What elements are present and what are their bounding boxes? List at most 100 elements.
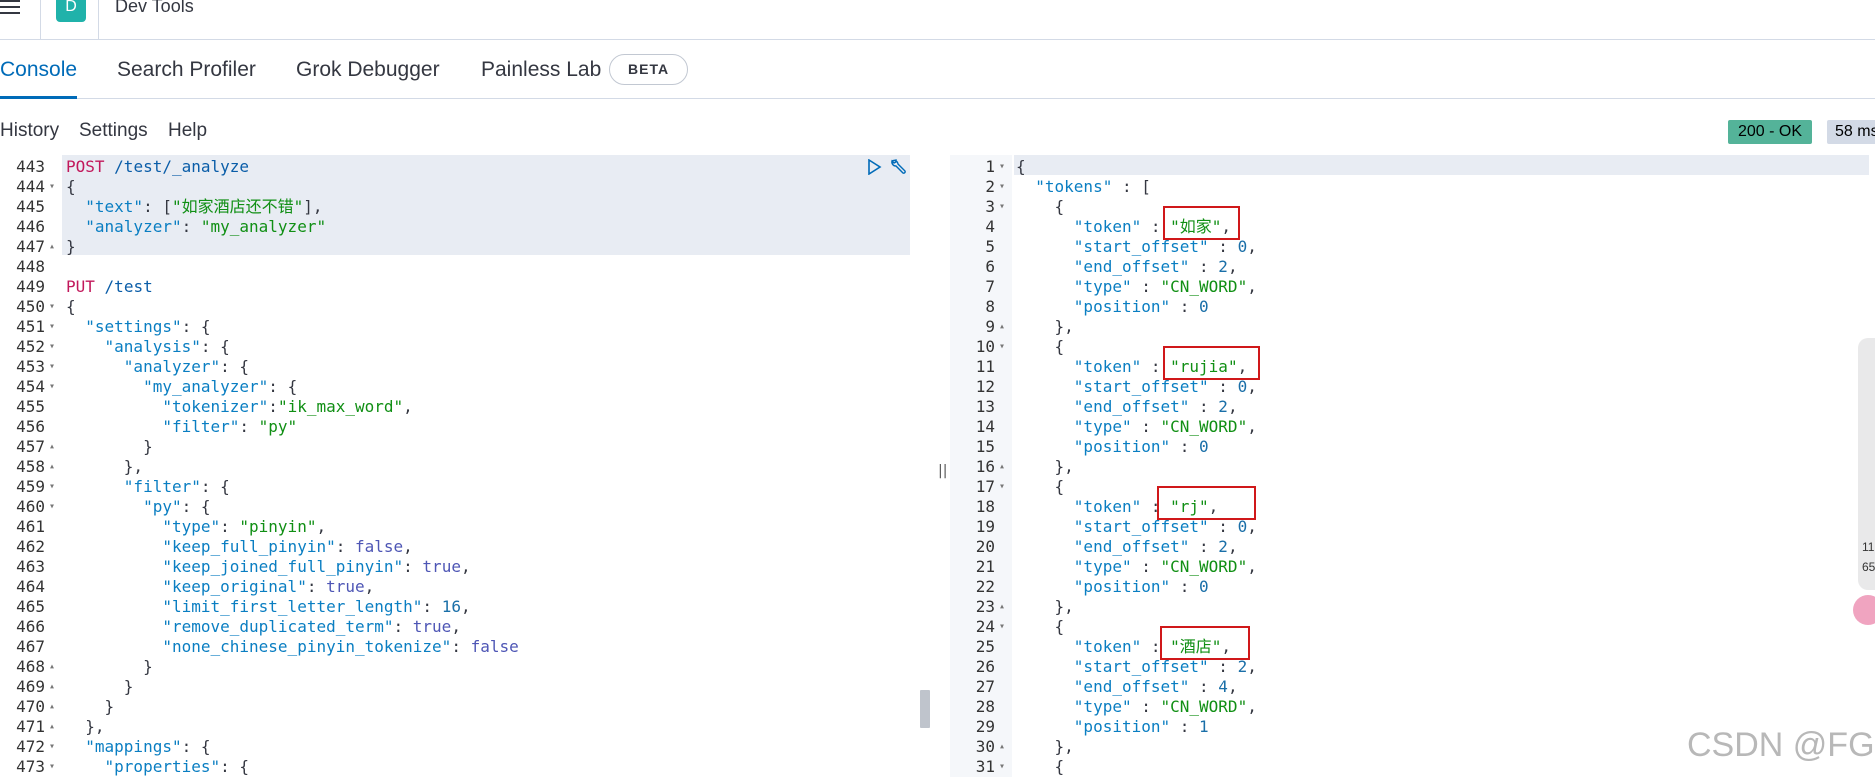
line-number: 473	[16, 757, 45, 776]
code-line: },	[1016, 737, 1074, 756]
menu-icon[interactable]	[0, 0, 22, 20]
fold-toggle-icon[interactable]: ▾	[49, 757, 55, 777]
line-number: 461	[16, 517, 45, 536]
response-time-badge: 58 ms	[1827, 120, 1875, 144]
fold-toggle-icon[interactable]: ▴	[49, 697, 55, 717]
line-number: 466	[16, 617, 45, 636]
fold-toggle-icon[interactable]: ▾	[49, 497, 55, 517]
fold-toggle-icon[interactable]: ▾	[49, 297, 55, 317]
line-number: 471	[16, 717, 45, 736]
side-widget-value: 65	[1862, 560, 1875, 574]
code-line: "filter": "py"	[162, 417, 298, 436]
line-number: 472	[16, 737, 45, 756]
response-editor[interactable]: 1 ▾{2 ▾ "tokens" : [3 ▾ {4 "token" : "如家", 5…	[950, 155, 1875, 777]
resize-handle-icon[interactable]: ||	[938, 463, 947, 479]
fold-toggle-icon[interactable]: ▾	[49, 377, 55, 397]
app-avatar[interactable]: D	[56, 0, 86, 22]
history-link[interactable]: History	[0, 120, 59, 142]
fold-toggle-icon[interactable]: ▾	[49, 337, 55, 357]
fold-toggle-icon[interactable]: ▾	[999, 617, 1005, 637]
fold-toggle-icon[interactable]: ▾	[999, 337, 1005, 357]
floating-assistant-icon[interactable]	[1853, 595, 1875, 625]
line-number: 30	[975, 737, 995, 756]
line-number: 8	[985, 297, 995, 316]
fold-toggle-icon[interactable]: ▾	[999, 197, 1005, 217]
code-line: "none_chinese_pinyin_tokenize": false	[162, 637, 519, 656]
line-number: 448	[16, 257, 45, 276]
line-number: 1	[985, 157, 995, 176]
tab-search-profiler[interactable]: Search Profiler	[117, 58, 256, 96]
floating-side-widget[interactable]: 11 65	[1858, 338, 1875, 590]
line-number: 457	[16, 437, 45, 456]
code-line: "position" : 0	[1073, 437, 1209, 456]
fold-toggle-icon[interactable]: ▴	[49, 717, 55, 737]
active-line-highlight	[1014, 155, 1869, 175]
tab-grok-debugger[interactable]: Grok Debugger	[296, 58, 440, 96]
request-editor[interactable]: 443 POST /test/_analyze 444 ▾{445 "text": […	[0, 155, 930, 777]
tab-painless-lab[interactable]: Painless Lab	[481, 58, 601, 96]
tab-console[interactable]: Console	[0, 58, 78, 99]
line-number: 27	[975, 677, 995, 696]
line-number: 443	[16, 157, 45, 176]
line-number: 452	[16, 337, 45, 356]
code-line: },	[1016, 457, 1074, 476]
code-line: {	[1016, 157, 1026, 176]
fold-toggle-icon[interactable]: ▾	[49, 317, 55, 337]
fold-toggle-icon[interactable]: ▾	[999, 157, 1005, 177]
fold-toggle-icon[interactable]: ▴	[49, 457, 55, 477]
code-line: "text": ["如家酒店还不错"],	[85, 197, 323, 216]
code-line: "py": {	[143, 497, 211, 516]
play-icon[interactable]	[866, 159, 882, 175]
fold-toggle-icon[interactable]: ▾	[999, 177, 1005, 197]
fold-toggle-icon[interactable]: ▴	[49, 237, 55, 257]
code-line: {	[1016, 477, 1065, 496]
side-widget-value: 11	[1862, 540, 1875, 554]
code-line: "limit_first_letter_length": 16,	[162, 597, 471, 616]
line-number: 23	[975, 597, 995, 616]
help-link[interactable]: Help	[168, 120, 207, 142]
code-line: "type": "pinyin",	[162, 517, 327, 536]
fold-toggle-icon[interactable]: ▴	[49, 677, 55, 697]
line-number: 444	[16, 177, 45, 196]
annotation-box	[1163, 346, 1260, 380]
fold-toggle-icon[interactable]: ▾	[49, 477, 55, 497]
code-line: "analysis": {	[104, 337, 230, 356]
code-line: "end_offset" : 2,	[1073, 397, 1238, 416]
fold-toggle-icon[interactable]: ▾	[49, 357, 55, 377]
line-number: 20	[975, 537, 995, 556]
code-line: "mappings": {	[85, 737, 211, 756]
line-number: 454	[16, 377, 45, 396]
line-number: 11	[975, 357, 995, 376]
line-number: 22	[975, 577, 995, 596]
fold-toggle-icon[interactable]: ▴	[999, 597, 1005, 617]
fold-toggle-icon[interactable]: ▴	[999, 737, 1005, 757]
fold-toggle-icon[interactable]: ▴	[999, 457, 1005, 477]
fold-toggle-icon[interactable]: ▾	[999, 477, 1005, 497]
line-number: 456	[16, 417, 45, 436]
line-number: 470	[16, 697, 45, 716]
code-line: "tokens" : [	[1035, 177, 1151, 196]
editor-scrollbar[interactable]	[920, 690, 930, 728]
fold-toggle-icon[interactable]: ▾	[49, 177, 55, 197]
code-line: }	[66, 437, 153, 456]
line-number: 10	[975, 337, 995, 356]
code-line: {	[66, 297, 76, 316]
fold-toggle-icon[interactable]: ▾	[49, 737, 55, 757]
fold-toggle-icon[interactable]: ▾	[999, 757, 1005, 777]
line-number: 12	[975, 377, 995, 396]
wrench-icon[interactable]	[888, 158, 908, 176]
fold-toggle-icon[interactable]: ▴	[49, 437, 55, 457]
line-number: 28	[975, 697, 995, 716]
settings-link[interactable]: Settings	[79, 120, 148, 142]
line-number: 463	[16, 557, 45, 576]
line-number: 469	[16, 677, 45, 696]
line-number: 19	[975, 517, 995, 536]
header-divider	[40, 0, 41, 40]
code-line: {	[66, 177, 76, 196]
code-line: "remove_duplicated_term": true,	[162, 617, 461, 636]
fold-toggle-icon[interactable]: ▴	[49, 657, 55, 677]
line-number: 4	[985, 217, 995, 236]
code-line: "type" : "CN_WORD",	[1073, 557, 1257, 576]
code-line: "start_offset" : 0,	[1073, 237, 1257, 256]
fold-toggle-icon[interactable]: ▴	[999, 317, 1005, 337]
